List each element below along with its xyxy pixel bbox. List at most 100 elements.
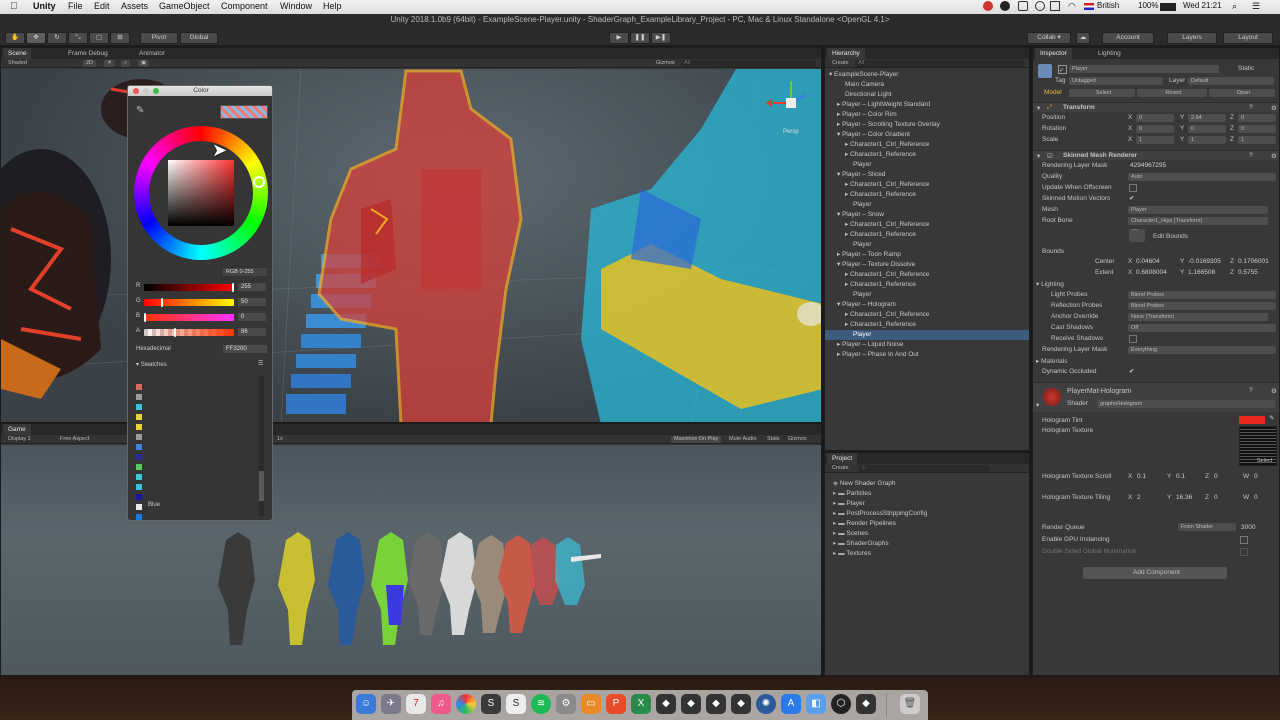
menu-assets[interactable]: Assets [121, 1, 148, 11]
menu-file[interactable]: File [68, 1, 83, 11]
hex-input[interactable]: FF3200 [223, 345, 267, 353]
color-swatch[interactable] [136, 504, 142, 510]
hierarchy-row[interactable]: ▸ Character1_Ctrl_Reference [825, 270, 1029, 280]
channel-a-slider[interactable] [144, 329, 234, 336]
lighting-toggle-icon[interactable]: ☀ [104, 60, 115, 67]
cloud-icon[interactable]: ☁ [1076, 32, 1090, 44]
receive-shadows-checkbox[interactable] [1129, 335, 1137, 343]
tint-eyedropper-icon[interactable]: ✎ [1269, 414, 1274, 422]
minimize-window-icon[interactable] [143, 88, 149, 94]
color-picker-titlebar[interactable]: Color [128, 86, 272, 96]
static-toggle[interactable]: Static [1238, 65, 1254, 72]
edit-bounds-button[interactable]: ⌒ [1129, 229, 1145, 242]
hierarchy-row[interactable]: ▸ Character1_Ctrl_Reference [825, 220, 1029, 230]
transform-settings-icon[interactable]: ⚙ [1271, 104, 1277, 112]
hierarchy-row[interactable]: ▸ Character1_Ctrl_Reference [825, 140, 1029, 150]
hierarchy-row[interactable]: Player [825, 200, 1029, 210]
effects-toggle-icon[interactable]: ▣ [138, 60, 150, 67]
channel-b-slider[interactable] [144, 314, 234, 321]
excel-icon[interactable]: X [631, 694, 651, 714]
persp-label[interactable]: Persp [783, 129, 799, 135]
tag-dropdown[interactable]: Untagged [1069, 77, 1163, 85]
uk-flag-icon[interactable] [1084, 3, 1094, 10]
hierarchy-row[interactable]: ▸ Character1_Reference [825, 190, 1029, 200]
transform-tool-icon[interactable]: ⊞ [110, 32, 130, 44]
smr-enabled-checkbox[interactable]: ☑ [1047, 152, 1053, 160]
pivot-toggle[interactable]: Pivot [140, 32, 178, 44]
layer-dropdown[interactable]: Default [1188, 77, 1274, 85]
channel-r-slider[interactable] [144, 284, 234, 291]
color-swatch[interactable] [136, 464, 142, 470]
tiling-w-field[interactable]: 0 [1254, 494, 1258, 501]
skinned-motion-checkbox[interactable]: ✔ [1129, 194, 1134, 202]
center-x-field[interactable]: 0.04604 [1136, 258, 1178, 265]
channel-b-field[interactable]: 0 [238, 313, 266, 321]
transform-help-icon[interactable]: ? [1249, 104, 1253, 111]
project-item[interactable]: ▸ ▬ ShaderGraphs [825, 539, 1029, 549]
transform-y-field[interactable]: 2.64 [1188, 114, 1226, 122]
double-sided-gi-checkbox[interactable] [1240, 548, 1248, 556]
hierarchy-row[interactable]: Directional Light [825, 90, 1029, 100]
transform-x-field[interactable]: 1 [1136, 136, 1174, 144]
project-item[interactable]: ▸ ▬ Scenes [825, 529, 1029, 539]
render-queue-field[interactable]: 3000 [1241, 524, 1255, 531]
transform-z-field[interactable]: 0 [1238, 125, 1276, 133]
play-button-icon[interactable]: ▶ [609, 32, 629, 44]
color-swatch[interactable] [136, 514, 142, 520]
app-store-icon[interactable]: A [781, 694, 801, 714]
eyedropper-icon[interactable]: ✎ [136, 105, 144, 116]
scroll-y-field[interactable]: 0.1 [1176, 473, 1185, 480]
layout-dropdown[interactable]: Layout [1223, 32, 1273, 44]
color-swatch[interactable] [136, 404, 142, 410]
hand-tool-icon[interactable]: ✋ [5, 32, 25, 44]
project-item[interactable]: ▸ ▬ Particles [825, 489, 1029, 499]
tab-hierarchy[interactable]: Hierarchy [827, 48, 865, 59]
hierarchy-row[interactable]: ▸ Player – Phase In And Out [825, 350, 1029, 360]
app-box-icon[interactable]: ▭ [581, 694, 601, 714]
status-app-icon[interactable] [983, 1, 993, 11]
game-scale-value[interactable]: 1x [274, 436, 286, 443]
spotlight-icon[interactable]: ⌕ [1232, 1, 1237, 12]
scroll-w-field[interactable]: 0 [1254, 473, 1258, 480]
hierarchy-row[interactable]: ▸ Player – Toon Ramp [825, 250, 1029, 260]
channel-r-field[interactable]: 255 [238, 283, 266, 291]
channel-r-thumb[interactable] [232, 283, 234, 292]
hierarchy-row[interactable]: ▸ Character1_Ctrl_Reference [825, 310, 1029, 320]
shading-mode-dropdown[interactable]: Shaded [5, 60, 30, 67]
status-clock-icon[interactable] [1035, 1, 1045, 11]
hierarchy-row[interactable]: ▾ Player – Texture Dissolve [825, 260, 1029, 270]
smr-settings-icon[interactable]: ⚙ [1271, 152, 1277, 160]
tiling-x-field[interactable]: 2 [1137, 494, 1141, 501]
transform-y-field[interactable]: 1 [1188, 136, 1226, 144]
color-swatch[interactable] [136, 394, 142, 400]
tab-game[interactable]: Game [3, 424, 31, 435]
saturation-value-square[interactable] [168, 160, 234, 226]
layers-dropdown[interactable]: Layers [1167, 32, 1217, 44]
status-airplay-icon[interactable] [1050, 1, 1060, 11]
rotate-tool-icon[interactable]: ↻ [47, 32, 67, 44]
scroll-x-field[interactable]: 0.1 [1137, 473, 1146, 480]
project-search-input[interactable]: ⌕ [859, 465, 989, 472]
hierarchy-row[interactable]: ▸ Character1_Reference [825, 320, 1029, 330]
render-queue-dropdown[interactable]: From Shader [1178, 523, 1236, 531]
unity-hub-icon[interactable]: ⬡ [831, 694, 851, 714]
tiling-z-field[interactable]: 0 [1214, 494, 1218, 501]
scale-tool-icon[interactable]: ⤡ [68, 32, 88, 44]
color-swatch[interactable] [136, 444, 142, 450]
hierarchy-row[interactable]: ▸ Player – LightWeight Standard [825, 100, 1029, 110]
hierarchy-row[interactable]: Player [825, 160, 1029, 170]
color-swatch[interactable] [136, 384, 142, 390]
rendering-layer-mask-value[interactable]: 4294967295 [1130, 162, 1166, 169]
finder-icon[interactable]: ☺ [356, 694, 376, 714]
mesh-field[interactable]: Player [1128, 206, 1268, 214]
app-red-icon[interactable]: P [606, 694, 626, 714]
channel-b-thumb[interactable] [144, 313, 146, 322]
model-revert-button[interactable]: Revert [1137, 89, 1207, 97]
project-create-dropdown[interactable]: Create [829, 465, 852, 472]
scene-gizmos-dropdown[interactable]: Gizmos [653, 60, 678, 67]
unity-icon-4[interactable]: ◆ [731, 694, 751, 714]
hierarchy-row[interactable]: ▸ Character1_Reference [825, 230, 1029, 240]
reflection-probes-dropdown[interactable]: Blend Probes [1128, 302, 1276, 310]
chrome-icon[interactable] [456, 694, 476, 714]
move-tool-icon[interactable]: ✥ [26, 32, 46, 44]
